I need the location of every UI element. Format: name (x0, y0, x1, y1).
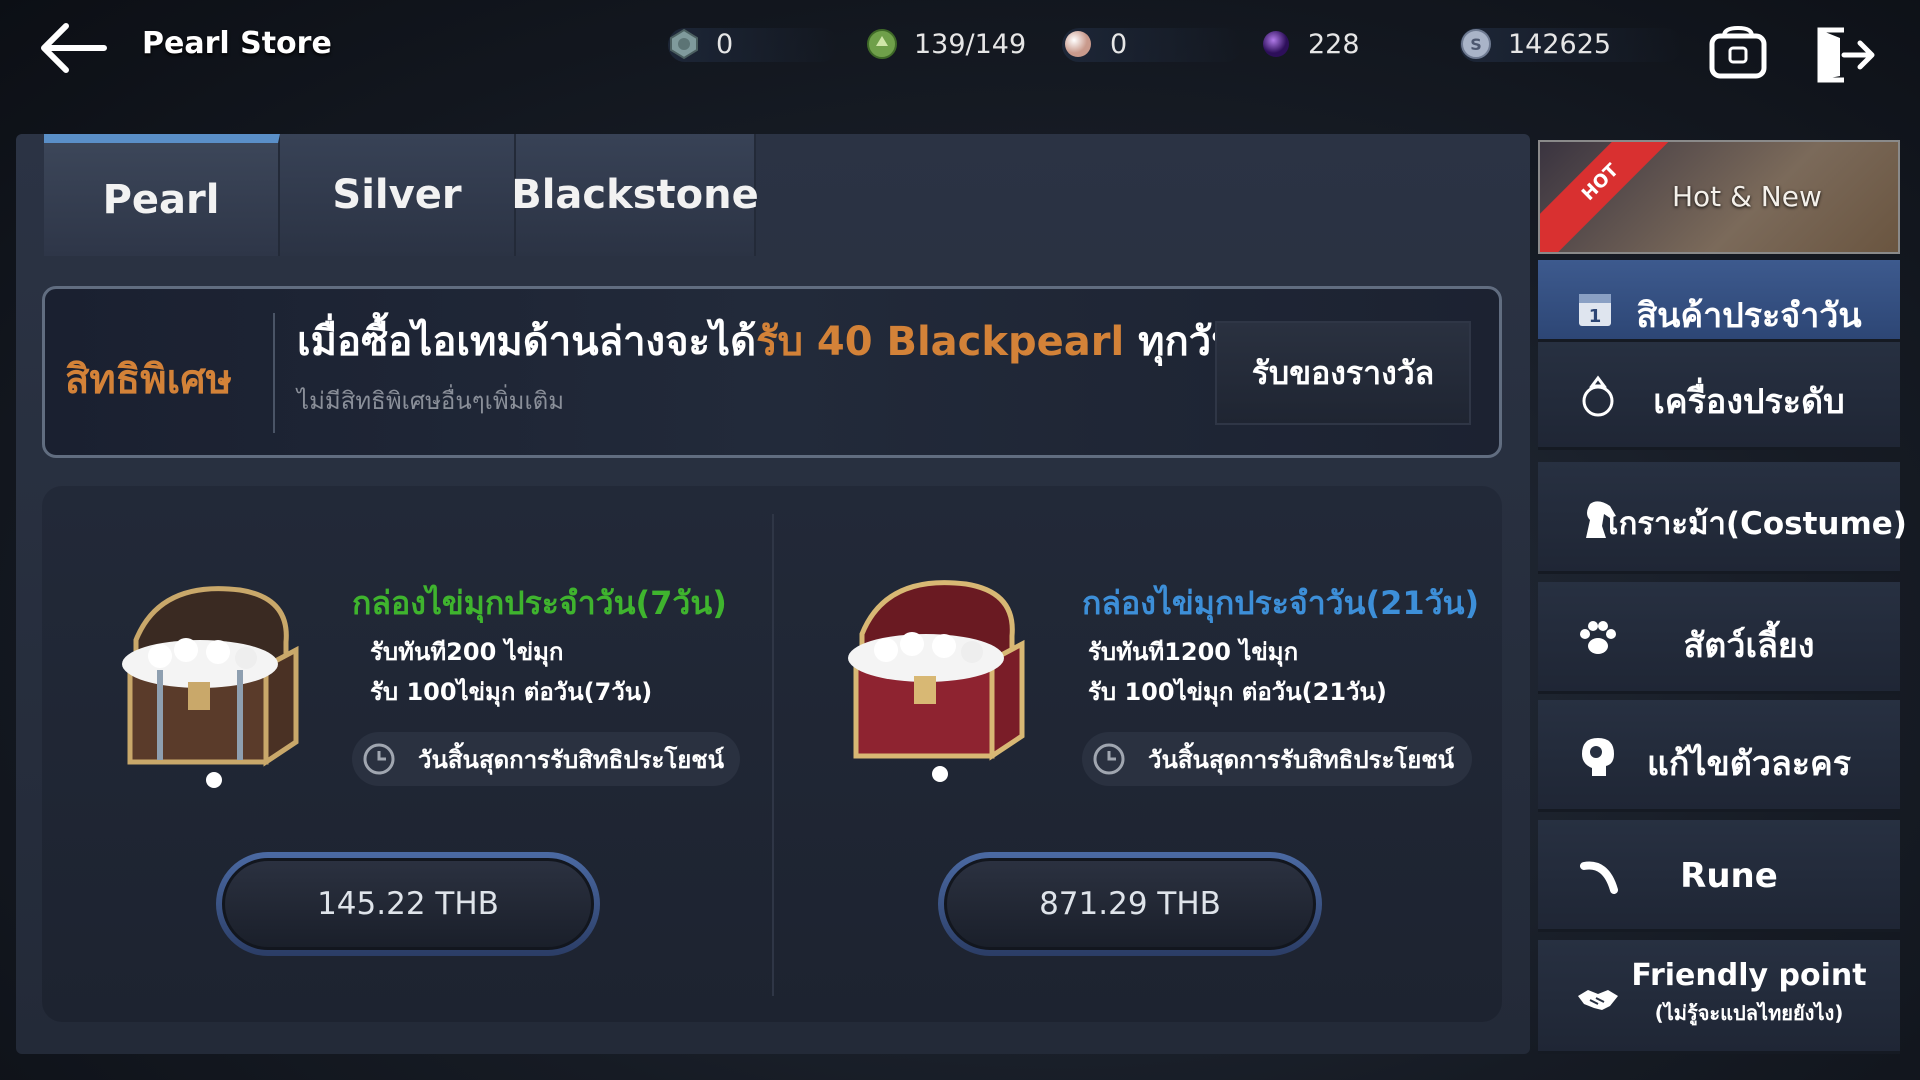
blackstone-currency-value: 228 (1308, 28, 1360, 60)
inventory-bag-icon[interactable] (1708, 26, 1768, 82)
buy-button-7day[interactable]: 145.22 THB (216, 852, 600, 956)
top-bar: Pearl Store 0 139/149 0 228 S 142625 (0, 0, 1920, 100)
hot-badge: HOT (1540, 142, 1685, 252)
svg-text:S: S (1470, 35, 1482, 54)
energy-currency-icon (867, 29, 897, 59)
hot-and-new-label: Hot & New (1672, 180, 1822, 213)
blackstone-icon (1263, 31, 1289, 57)
clock-icon (363, 743, 395, 775)
pearl-currency-value: 0 (1110, 28, 1128, 60)
category-sidebar: HOT Hot & New 1 สินค้าประจำวัน เครื่องปร… (1534, 134, 1907, 1054)
wooden-treasure-chest-icon[interactable] (90, 570, 312, 792)
product-card-7day: กล่องไข่มุกประจำวัน(7วัน) รับทันที200 ไข… (42, 486, 762, 1022)
sidebar-item-label: เครื่องประดับ (1653, 382, 1845, 422)
tab-pearl[interactable]: Pearl (44, 134, 280, 256)
stone-currency-icon (670, 28, 698, 60)
product-benefit-daily: รับ 100ไข่มุก ต่อวัน(21วัน) (1088, 678, 1387, 706)
banner-divider (273, 313, 275, 433)
privilege-subtext: ไม่มีสิทธิพิเศษอื่นๆเพิ่มเติม (297, 387, 565, 415)
headline-highlight: รับ 40 Blackpearl (756, 319, 1125, 365)
friendly-point-label: Friendly point (ไม่รู้จะแปลไทยยังไง) (1538, 958, 1900, 1029)
benefit-expiry-info: วันสิ้นสุดการรับสิทธิประโยชน์ (1082, 732, 1472, 786)
sidebar-item-label: เกราะม้า(Costume) (1608, 506, 1907, 542)
product-benefit-daily: รับ 100ไข่มุก ต่อวัน(7วัน) (370, 678, 653, 706)
sidebar-item-horse-costume[interactable]: เกราะม้า(Costume) (1538, 462, 1907, 574)
product-benefit-instant: รับทันที1200 ไข่มุก (1088, 638, 1299, 666)
blackstone-currency: 228 (1260, 24, 1360, 64)
benefit-expiry-info: วันสิ้นสุดการรับสิทธิประโยชน์ (352, 732, 740, 786)
price-label: 871.29 THB (944, 858, 1316, 950)
sidebar-item-friendly-point[interactable]: Friendly point (ไม่รู้จะแปลไทยยังไง) (1538, 940, 1900, 1054)
clock-icon (1093, 743, 1125, 775)
tab-blackstone[interactable]: Blackstone (511, 134, 759, 256)
energy-currency: 139/149 (866, 24, 1026, 64)
sidebar-item-label: Rune (1680, 856, 1778, 896)
product-title: กล่องไข่มุกประจำวัน(7วัน) (352, 584, 727, 622)
sidebar-item-rune[interactable]: Rune (1538, 820, 1900, 932)
sidebar-item-label: สัตว์เลี้ยง (1683, 626, 1815, 666)
back-arrow-icon[interactable] (38, 20, 108, 76)
product-benefit-instant: รับทันที200 ไข่มุก (370, 638, 564, 666)
price-label: 145.22 THB (222, 858, 594, 950)
silver-coin-icon: S (1461, 29, 1491, 59)
sidebar-item-label: สินค้าประจำวัน (1636, 296, 1862, 336)
sidebar-item-accessories[interactable]: เครื่องประดับ (1538, 342, 1900, 450)
sidebar-item-sublabel: (ไม่รู้จะแปลไทยยังไง) (1654, 1001, 1844, 1025)
sidebar-item-pets[interactable]: สัตว์เลี้ยง (1538, 582, 1900, 694)
page-title: Pearl Store (142, 26, 332, 61)
stone-currency-value: 0 (716, 28, 734, 60)
sidebar-item-character-edit[interactable]: แก้ไขตัวละคร (1538, 700, 1900, 812)
currency-tabs: Pearl Silver Blackstone (44, 134, 759, 256)
expiry-label: วันสิ้นสุดการรับสิทธิประโยชน์ (418, 745, 724, 774)
buy-button-21day[interactable]: 871.29 THB (938, 852, 1322, 956)
silver-currency-value: 142625 (1508, 28, 1612, 60)
pearl-icon (1065, 31, 1091, 57)
silver-currency: S 142625 (1460, 24, 1682, 64)
product-card-21day: กล่องไข่มุกประจำวัน(21วัน) รับทันที1200 … (766, 486, 1486, 1022)
sidebar-item-label: แก้ไขตัวละคร (1646, 744, 1852, 784)
headline-prefix: เมื่อซื้อไอเทมด้านล่างจะได้ (297, 319, 757, 365)
pearl-currency: 0 (1062, 24, 1242, 64)
sidebar-item-daily-products[interactable]: 1 สินค้าประจำวัน (1538, 260, 1900, 342)
exit-icon[interactable] (1814, 26, 1876, 84)
claim-reward-button[interactable]: รับของรางวัล (1215, 321, 1471, 425)
product-title: กล่องไข่มุกประจำวัน(21วัน) (1082, 584, 1480, 622)
energy-currency-value: 139/149 (914, 28, 1027, 60)
sidebar-item-label: Friendly point (1631, 958, 1867, 993)
privilege-banner: สิทธิพิเศษ เมื่อซื้อไอเทมด้านล่างจะได้รั… (42, 286, 1502, 458)
red-treasure-chest-icon[interactable] (816, 564, 1038, 786)
tab-silver[interactable]: Silver (280, 134, 516, 256)
stone-currency: 0 (668, 24, 838, 64)
privilege-headline: เมื่อซื้อไอเทมด้านล่างจะได้รับ 40 Blackp… (297, 309, 1239, 373)
hot-and-new-banner[interactable]: HOT Hot & New (1538, 140, 1900, 254)
privilege-tag: สิทธิพิเศษ (65, 357, 232, 403)
expiry-label: วันสิ้นสุดการรับสิทธิประโยชน์ (1148, 745, 1454, 774)
